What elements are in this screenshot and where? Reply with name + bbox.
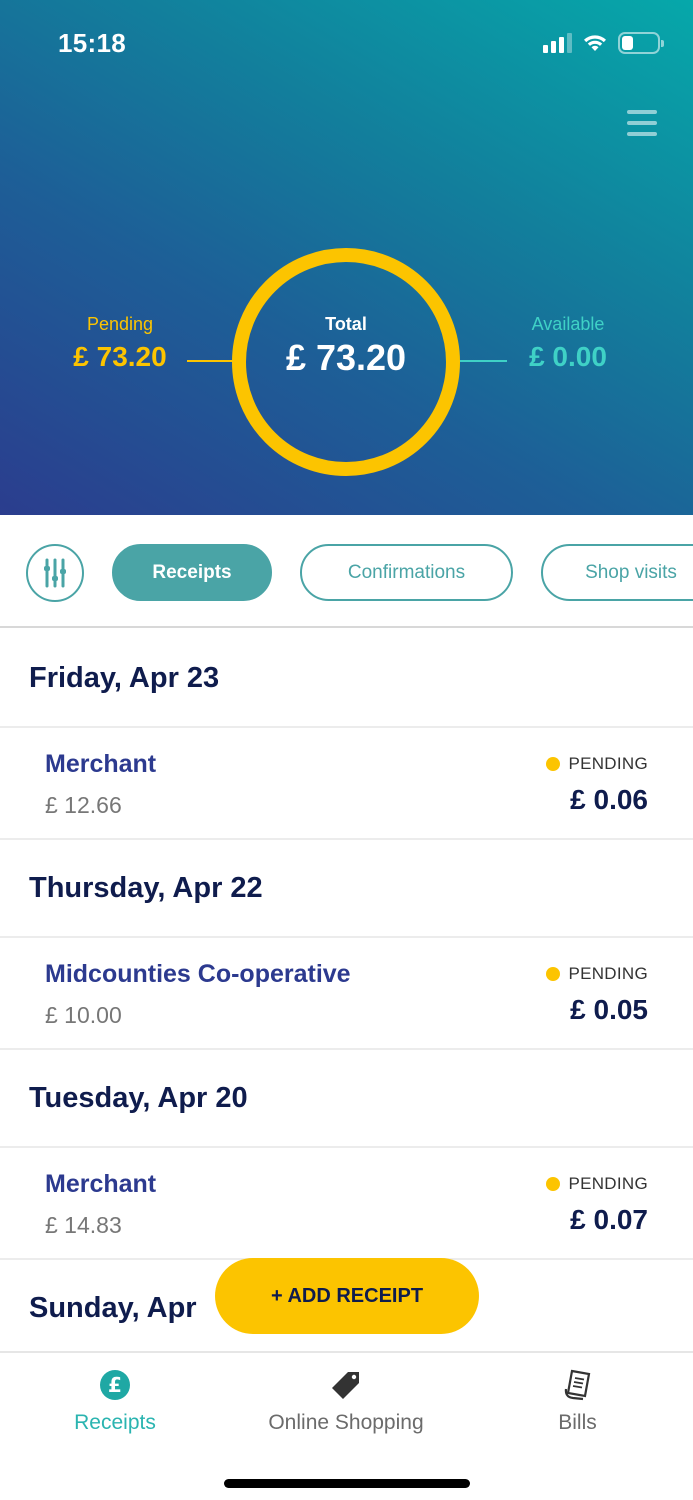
total-stat: Total £ 73.20 — [246, 314, 446, 379]
home-indicator[interactable] — [224, 1479, 470, 1488]
status-badge: PENDING — [546, 1174, 648, 1194]
pending-label: Pending — [86, 314, 154, 334]
menu-button[interactable] — [627, 110, 657, 136]
status-badge: PENDING — [546, 754, 648, 774]
receipt-amount: £ 10.00 — [45, 1002, 122, 1028]
filter-bar: Receipts Confirmations Shop visits — [0, 515, 693, 628]
chip-confirmations[interactable]: Confirmations — [300, 544, 513, 601]
wifi-icon — [584, 35, 606, 51]
status-text: PENDING — [568, 754, 648, 773]
status-text: PENDING — [568, 964, 648, 983]
reward-amount: £ 0.07 — [570, 1204, 648, 1235]
receipts-list: Friday, Apr 23 Merchant £ 12.66 PENDING … — [0, 630, 693, 1358]
tab-label: Receipts — [74, 1411, 156, 1434]
hamburger-menu-icon — [627, 110, 657, 114]
cellular-signal-icon — [543, 33, 572, 53]
tab-label: Online Shopping — [268, 1411, 424, 1434]
chip-receipts[interactable]: Receipts — [112, 544, 272, 601]
bill-receipt-icon — [564, 1369, 590, 1401]
receipt-row[interactable]: Midcounties Co-operative £ 10.00 PENDING… — [0, 938, 693, 1050]
total-value: £ 73.20 — [285, 337, 407, 378]
tab-online-shopping[interactable]: Online Shopping — [226, 1369, 466, 1435]
receipt-amount: £ 14.83 — [45, 1212, 122, 1238]
available-label: Available — [531, 314, 605, 334]
reward-amount: £ 0.06 — [570, 784, 648, 815]
tab-bills[interactable]: Bills — [510, 1369, 645, 1435]
tab-receipts[interactable]: £ Receipts — [40, 1369, 190, 1435]
pending-connector — [187, 360, 234, 362]
filter-button[interactable] — [26, 544, 84, 602]
date-header: Thursday, Apr 22 — [0, 840, 693, 938]
svg-text:£: £ — [108, 1373, 122, 1397]
receipt-row[interactable]: Merchant £ 14.83 PENDING £ 0.07 — [0, 1148, 693, 1260]
total-label: Total — [325, 314, 367, 334]
pending-dot-icon — [546, 967, 561, 981]
price-tag-icon — [332, 1372, 359, 1399]
reward-amount: £ 0.05 — [570, 994, 648, 1025]
available-stat: Available £ 0.00 — [498, 314, 638, 373]
pending-dot-icon — [546, 757, 561, 771]
bottom-tab-bar: £ Receipts Online Shopping Bills — [0, 1351, 693, 1500]
pending-dot-icon — [546, 1177, 561, 1191]
tab-label: Bills — [558, 1411, 597, 1434]
pending-value: £ 73.20 — [73, 341, 167, 372]
receipt-amount: £ 12.66 — [45, 792, 122, 818]
add-receipt-button[interactable]: + ADD RECEIPT — [215, 1258, 479, 1334]
status-badge: PENDING — [546, 964, 648, 984]
sliders-icon — [44, 558, 66, 588]
pending-stat: Pending £ 73.20 — [50, 314, 190, 373]
status-text: PENDING — [568, 1174, 648, 1193]
merchant-name: Merchant — [45, 750, 157, 778]
date-header: Friday, Apr 23 — [0, 630, 693, 728]
receipt-row[interactable]: Merchant £ 12.66 PENDING £ 0.06 — [0, 728, 693, 840]
battery-icon — [618, 32, 664, 54]
status-time: 15:18 — [58, 28, 126, 58]
pound-coin-icon: £ — [100, 1370, 130, 1400]
merchant-name: Midcounties Co-operative — [45, 960, 351, 988]
date-header: Tuesday, Apr 20 — [0, 1050, 693, 1148]
summary-header: 15:18 Pending £ 73.20 Total £ 73.20 Avai… — [0, 0, 693, 515]
status-icons — [543, 32, 664, 54]
available-value: £ 0.00 — [529, 341, 607, 372]
chip-shop-visits[interactable]: Shop visits — [541, 544, 693, 601]
merchant-name: Merchant — [45, 1170, 157, 1198]
